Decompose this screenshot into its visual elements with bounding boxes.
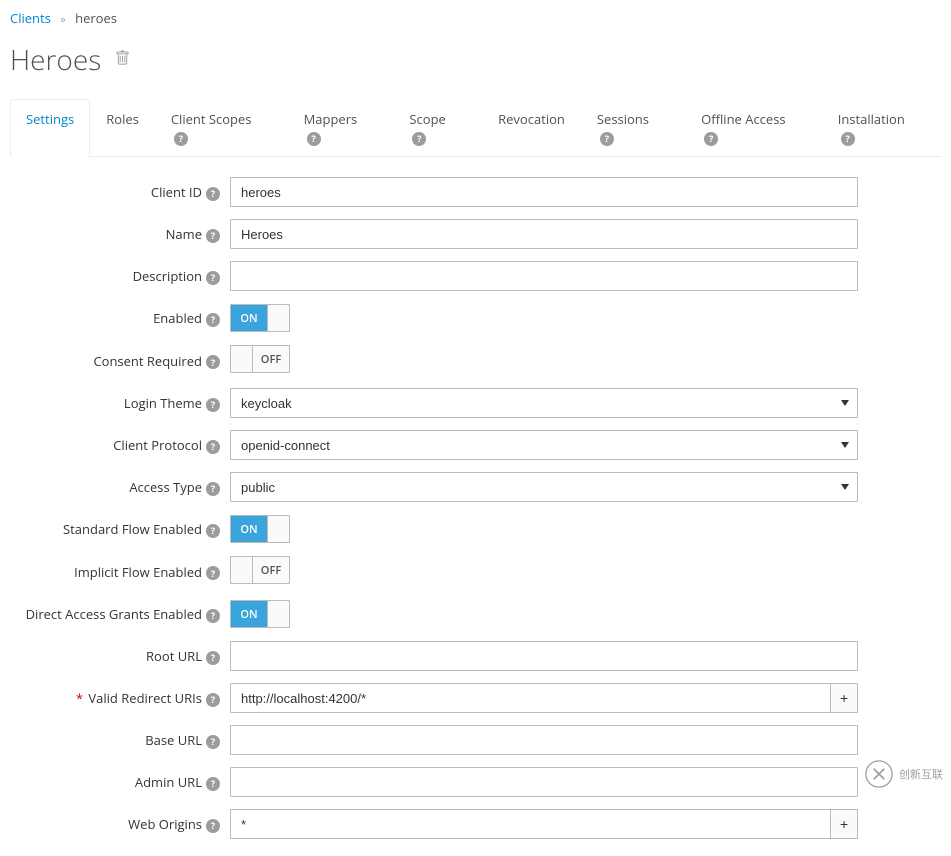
valid-redirect-label: Valid Redirect URIs: [88, 689, 202, 707]
help-icon[interactable]: ?: [206, 566, 220, 580]
trash-icon[interactable]: [115, 50, 130, 70]
add-origin-button[interactable]: +: [831, 809, 858, 839]
plus-icon: +: [840, 816, 848, 832]
field-standard-flow: Standard Flow Enabled? ON OFF: [10, 514, 941, 544]
breadcrumb-current: heroes: [75, 9, 117, 27]
watermark: 创新互联: [865, 760, 943, 788]
root-url-input[interactable]: [230, 641, 858, 671]
standard-flow-label: Standard Flow Enabled: [63, 520, 202, 538]
help-icon[interactable]: ?: [307, 132, 321, 146]
tab-revocation[interactable]: Revocation: [482, 99, 581, 157]
help-icon[interactable]: ?: [600, 132, 614, 146]
help-icon[interactable]: ?: [206, 609, 220, 623]
tab-offline-access[interactable]: Offline Access ?: [685, 99, 822, 157]
name-label: Name: [166, 225, 202, 243]
help-icon[interactable]: ?: [841, 132, 855, 146]
web-origins-label: Web Origins: [128, 815, 202, 833]
tab-roles[interactable]: Roles: [90, 99, 155, 157]
tab-scope[interactable]: Scope ?: [393, 99, 482, 157]
help-icon[interactable]: ?: [174, 132, 188, 146]
help-icon[interactable]: ?: [206, 482, 220, 496]
enabled-toggle[interactable]: ON OFF: [230, 304, 290, 332]
tab-installation[interactable]: Installation ?: [822, 99, 941, 157]
help-icon[interactable]: ?: [206, 651, 220, 665]
access-type-select[interactable]: public: [230, 472, 858, 502]
tab-settings[interactable]: Settings: [10, 99, 90, 157]
field-enabled: Enabled? ON OFF: [10, 303, 941, 333]
valid-redirect-input[interactable]: [230, 683, 831, 713]
description-input[interactable]: [230, 261, 858, 291]
client-id-input[interactable]: [230, 177, 858, 207]
watermark-text: 创新互联: [899, 766, 943, 782]
tabs: SettingsRolesClient Scopes ?Mappers ?Sco…: [10, 99, 941, 157]
client-id-label: Client ID: [151, 183, 202, 201]
help-icon[interactable]: ?: [206, 313, 220, 327]
help-icon[interactable]: ?: [206, 187, 220, 201]
base-url-label: Base URL: [145, 731, 202, 749]
watermark-logo-icon: [865, 760, 893, 788]
tab-client-scopes[interactable]: Client Scopes ?: [155, 99, 288, 157]
breadcrumb-clients-link[interactable]: Clients: [10, 9, 51, 27]
help-icon[interactable]: ?: [704, 132, 718, 146]
consent-required-toggle[interactable]: OFF ON: [230, 345, 290, 373]
field-implicit-flow: Implicit Flow Enabled? OFF ON: [10, 556, 941, 587]
field-admin-url: Admin URL?: [10, 767, 941, 797]
tab-sessions[interactable]: Sessions ?: [581, 99, 685, 157]
login-theme-label: Login Theme: [124, 394, 202, 412]
field-consent-required: Consent Required? OFF ON: [10, 345, 941, 376]
breadcrumb-separator: »: [60, 12, 65, 27]
implicit-flow-toggle[interactable]: OFF ON: [230, 556, 290, 584]
root-url-label: Root URL: [146, 647, 202, 665]
help-icon[interactable]: ?: [206, 777, 220, 791]
help-icon[interactable]: ?: [206, 524, 220, 538]
help-icon[interactable]: ?: [206, 271, 220, 285]
field-access-type: Access Type? public: [10, 472, 941, 502]
field-client-protocol: Client Protocol? openid-connect: [10, 430, 941, 460]
consent-required-label: Consent Required: [93, 352, 202, 370]
login-theme-select[interactable]: keycloak: [230, 388, 858, 418]
web-origins-input[interactable]: [230, 809, 831, 839]
field-valid-redirect: * Valid Redirect URIs? +: [10, 683, 941, 713]
breadcrumb: Clients » heroes: [10, 5, 941, 41]
page-header: Heroes: [10, 41, 941, 79]
field-root-url: Root URL?: [10, 641, 941, 671]
field-base-url: Base URL?: [10, 725, 941, 755]
add-redirect-button[interactable]: +: [831, 683, 858, 713]
field-description: Description?: [10, 261, 941, 291]
field-direct-access: Direct Access Grants Enabled? ON OFF: [10, 599, 941, 629]
field-client-id: Client ID?: [10, 177, 941, 207]
direct-access-label: Direct Access Grants Enabled: [26, 605, 202, 623]
client-protocol-label: Client Protocol: [113, 436, 202, 454]
access-type-label: Access Type: [129, 478, 202, 496]
field-web-origins: Web Origins? +: [10, 809, 941, 839]
client-protocol-select[interactable]: openid-connect: [230, 430, 858, 460]
help-icon[interactable]: ?: [206, 819, 220, 833]
field-name: Name?: [10, 219, 941, 249]
description-label: Description: [133, 267, 202, 285]
help-icon[interactable]: ?: [206, 693, 220, 707]
admin-url-label: Admin URL: [135, 773, 202, 791]
help-icon[interactable]: ?: [206, 398, 220, 412]
page-title: Heroes: [10, 41, 101, 79]
admin-url-input[interactable]: [230, 767, 858, 797]
plus-icon: +: [840, 690, 848, 706]
settings-form: Client ID? Name? Description? Enabled? O…: [10, 177, 941, 839]
help-icon[interactable]: ?: [206, 355, 220, 369]
direct-access-toggle[interactable]: ON OFF: [230, 600, 290, 628]
help-icon[interactable]: ?: [206, 735, 220, 749]
implicit-flow-label: Implicit Flow Enabled: [74, 563, 202, 581]
help-icon[interactable]: ?: [206, 229, 220, 243]
help-icon[interactable]: ?: [412, 132, 426, 146]
field-login-theme: Login Theme? keycloak: [10, 388, 941, 418]
tab-mappers[interactable]: Mappers ?: [288, 99, 394, 157]
enabled-label: Enabled: [153, 309, 202, 327]
name-input[interactable]: [230, 219, 858, 249]
required-indicator: *: [76, 689, 83, 707]
help-icon[interactable]: ?: [206, 440, 220, 454]
base-url-input[interactable]: [230, 725, 858, 755]
standard-flow-toggle[interactable]: ON OFF: [230, 515, 290, 543]
